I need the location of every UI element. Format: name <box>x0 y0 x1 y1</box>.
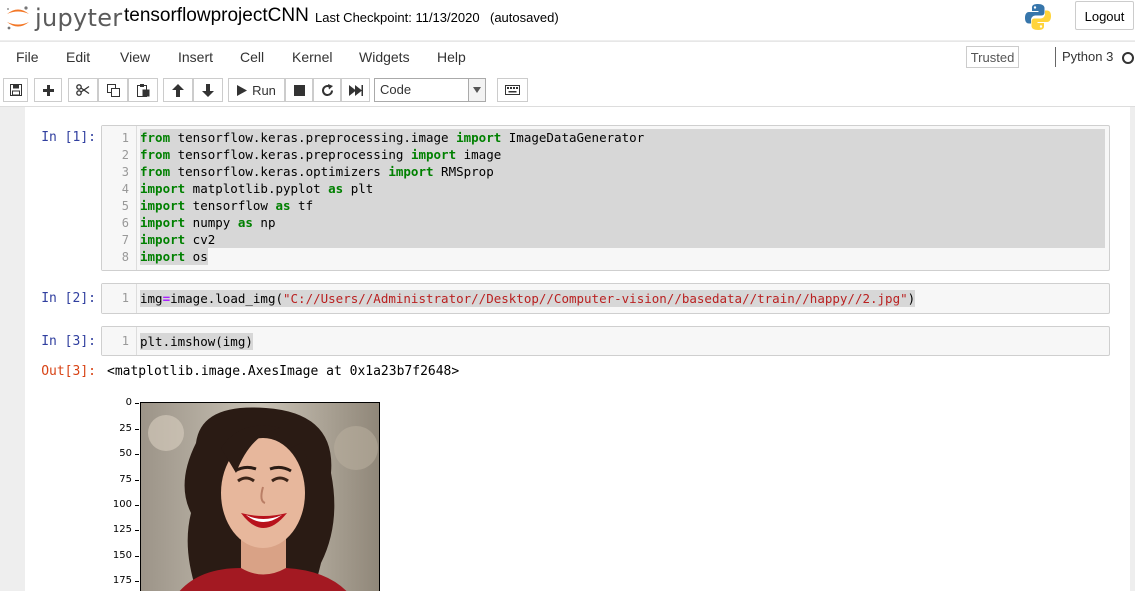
save-button[interactable] <box>3 78 28 102</box>
chevron-down-icon <box>468 79 485 101</box>
scissors-icon <box>76 84 90 96</box>
restart-run-all-button[interactable] <box>341 78 370 102</box>
line-number: 2 <box>121 148 129 162</box>
y-tick-label: 100 <box>112 499 132 510</box>
arrow-up-icon <box>172 83 184 97</box>
code-cell-1[interactable]: 1 2 3 4 5 6 7 8 from tensorflow.keras.pr… <box>101 125 1110 271</box>
y-tick-mark <box>135 480 139 481</box>
logout-button[interactable]: Logout <box>1075 1 1134 30</box>
keyboard-icon <box>505 85 520 95</box>
menu-view[interactable]: View <box>120 49 150 65</box>
code-line: from tensorflow.keras.preprocessing.imag… <box>140 129 1105 146</box>
jupyter-logo-icon <box>4 4 32 32</box>
menu-widgets[interactable]: Widgets <box>359 49 410 65</box>
y-tick-mark <box>135 454 139 455</box>
menu-insert[interactable]: Insert <box>178 49 213 65</box>
python-logo-icon <box>1023 2 1053 32</box>
plotted-photo <box>140 402 380 591</box>
code-line: import cv2 <box>140 231 1105 248</box>
code-line: import matplotlib.pyplot as plt <box>140 180 1105 197</box>
code-cell-2[interactable]: 1 img=image.load_img("C://Users//Adminis… <box>101 283 1110 314</box>
notebook-name[interactable]: tensorflowprojectCNN <box>124 5 309 27</box>
cell-3-prompt: In [3]: <box>41 334 96 349</box>
notebook-area: In [1]: 1 2 3 4 5 6 7 8 from tensorflow.… <box>0 107 1135 591</box>
menu-edit[interactable]: Edit <box>66 49 90 65</box>
stop-icon <box>293 84 305 96</box>
y-tick-label: 75 <box>119 474 132 485</box>
play-icon <box>237 84 248 96</box>
code-line: from tensorflow.keras.optimizers import … <box>140 163 1105 180</box>
code-line: from tensorflow.keras.preprocessing impo… <box>140 146 1105 163</box>
run-button[interactable]: Run <box>228 78 285 102</box>
move-down-button[interactable] <box>193 78 223 102</box>
line-number: 5 <box>121 199 129 213</box>
code-cell-3[interactable]: 1 plt.imshow(img) <box>101 326 1110 356</box>
menu-file[interactable]: File <box>16 49 39 65</box>
line-number: 1 <box>121 334 129 348</box>
code-line: import tensorflow as tf <box>140 197 1105 214</box>
y-tick-label: 175 <box>112 575 132 586</box>
kernel-status-icon <box>1122 52 1134 64</box>
cell-type-value: Code <box>380 82 412 97</box>
y-tick-mark <box>135 556 139 557</box>
header: jupyter tensorflowprojectCNN Last Checkp… <box>0 0 1135 40</box>
arrow-down-icon <box>202 83 214 97</box>
toolbar: Run Code <box>0 73 1135 107</box>
jupyter-wordmark: jupyter <box>35 4 123 32</box>
jupyter-logo[interactable]: jupyter <box>4 3 122 33</box>
insert-cell-button[interactable] <box>34 78 62 102</box>
code-line: img=image.load_img("C://Users//Administr… <box>140 290 916 307</box>
paste-icon <box>136 83 150 97</box>
cell-1-prompt: In [1]: <box>41 130 96 145</box>
code-line: import numpy as np <box>140 214 1105 231</box>
move-up-button[interactable] <box>163 78 193 102</box>
y-tick-mark <box>135 403 139 404</box>
y-tick-label: 25 <box>119 423 132 434</box>
fast-forward-icon <box>348 84 363 96</box>
y-tick-mark <box>135 530 139 531</box>
interrupt-button[interactable] <box>285 78 313 102</box>
y-tick-label: 50 <box>119 448 132 459</box>
line-number: 6 <box>121 216 129 230</box>
menubar: File Edit View Insert Cell Kernel Widget… <box>0 41 1135 74</box>
y-tick-label: 0 <box>125 397 132 408</box>
cut-button[interactable] <box>68 78 98 102</box>
line-number: 7 <box>121 233 129 247</box>
line-number: 4 <box>121 182 129 196</box>
plus-icon <box>42 84 54 96</box>
restart-button[interactable] <box>313 78 341 102</box>
paste-button[interactable] <box>128 78 158 102</box>
checkpoint-status: Last Checkpoint: 11/13/2020 <box>315 10 480 25</box>
y-tick-label: 150 <box>112 550 132 561</box>
output-prompt: Out[3]: <box>41 364 96 379</box>
menu-help[interactable]: Help <box>437 49 466 65</box>
autosave-status: (autosaved) <box>490 10 559 25</box>
image-plot: 0 25 50 75 100 125 150 175 <box>100 394 400 591</box>
save-icon <box>9 84 22 96</box>
cell-2-prompt: In [2]: <box>41 291 96 306</box>
code-line: plt.imshow(img) <box>140 333 253 350</box>
line-number: 1 <box>121 291 129 305</box>
refresh-icon <box>321 83 334 97</box>
output-text: <matplotlib.image.AxesImage at 0x1a23b7f… <box>107 364 460 379</box>
code-line: import os <box>140 248 208 265</box>
menu-cell[interactable]: Cell <box>240 49 264 65</box>
y-tick-mark <box>135 429 139 430</box>
run-button-label: Run <box>252 82 276 98</box>
cell-type-select[interactable]: Code <box>374 78 486 102</box>
line-number: 3 <box>121 165 129 179</box>
y-tick-mark <box>135 505 139 506</box>
y-tick-label: 125 <box>112 524 132 535</box>
kernel-divider <box>1055 47 1056 67</box>
line-number: 8 <box>121 250 129 264</box>
copy-icon <box>106 83 120 97</box>
trusted-indicator[interactable]: Trusted <box>966 46 1019 68</box>
y-tick-mark <box>135 581 139 582</box>
copy-button[interactable] <box>98 78 128 102</box>
menu-kernel[interactable]: Kernel <box>292 49 332 65</box>
command-palette-button[interactable] <box>497 78 528 102</box>
line-number: 1 <box>121 131 129 145</box>
kernel-name: Python 3 <box>1062 49 1114 64</box>
